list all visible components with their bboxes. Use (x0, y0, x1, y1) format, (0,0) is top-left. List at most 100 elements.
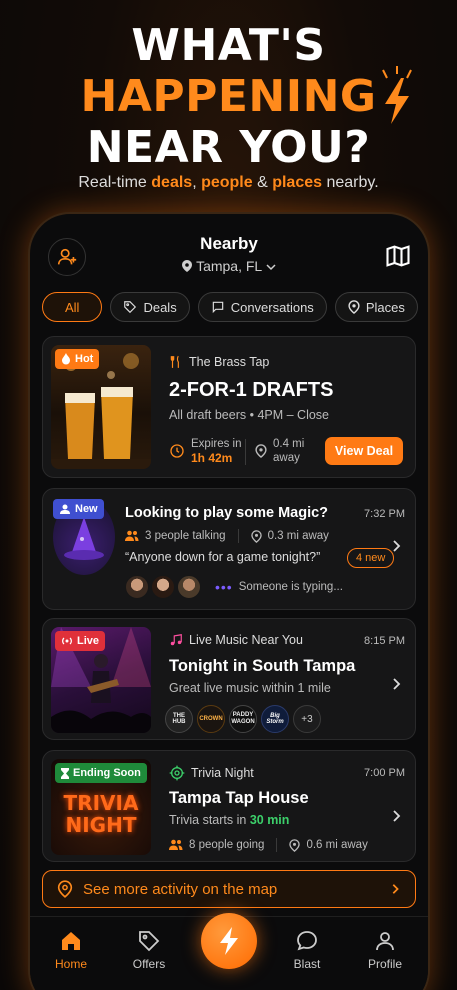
people-icon (169, 839, 183, 850)
trivia-start-time: 30 min (249, 813, 290, 827)
target-icon (169, 765, 185, 781)
more-venues[interactable]: +3 (293, 705, 321, 733)
participant-avatars (125, 575, 201, 599)
expires-label: Expires in (191, 438, 242, 450)
nav-label: Profile (367, 957, 402, 971)
user-icon (376, 932, 394, 951)
location-pin-icon (182, 260, 193, 272)
conversation-card[interactable]: New Looking to play some Magic? 7:32 PM … (42, 488, 416, 610)
location-pin-icon (255, 444, 267, 458)
deal-card[interactable]: Hot The Brass Tap 2-FOR-1 DRAFTS All dra… (42, 336, 416, 478)
trivia-distance: 0.6 mi away (306, 839, 368, 851)
music-note-icon (170, 634, 182, 646)
typing-dots-icon: ••• (215, 579, 233, 595)
venue-name: The Brass Tap (189, 355, 270, 369)
tagline-places: places (272, 174, 323, 191)
group-icon (60, 504, 70, 514)
people-talking: 3 people talking (145, 530, 226, 542)
music-category: Live Music Near You (169, 633, 303, 647)
tagline-comma: , (192, 174, 202, 191)
tag-icon (124, 301, 137, 314)
typing-text: Someone is typing... (238, 581, 343, 593)
tagline-text: Real-time (78, 174, 152, 191)
blast-fab-button[interactable] (201, 913, 257, 969)
chevron-right-icon[interactable] (389, 677, 403, 691)
filter-label: Deals (143, 299, 177, 315)
ending-soon-badge: Ending Soon (55, 763, 147, 783)
badge-label: Ending Soon (73, 767, 141, 779)
live-music-card[interactable]: Live Live Music Near You 8:15 PM Tonight… (42, 618, 416, 740)
typing-indicator: ••• Someone is typing... (215, 579, 343, 595)
flame-icon (62, 353, 70, 365)
chevron-right-icon[interactable] (389, 809, 403, 823)
category-label: Trivia Night (191, 766, 254, 780)
deal-title: 2-FOR-1 DRAFTS (169, 379, 334, 401)
nav-profile[interactable]: Profile (350, 929, 420, 971)
chevron-right-icon[interactable] (389, 539, 403, 553)
expires-info: Expires in 1h 42m (169, 437, 242, 465)
filter-conversations[interactable]: Conversations (197, 292, 327, 322)
location-selector[interactable]: Tampa, FL (30, 258, 428, 274)
trivia-sign-line-1: TRIVIA (63, 791, 139, 815)
nav-offers[interactable]: Offers (114, 929, 184, 971)
nav-label: Offers (132, 957, 166, 971)
trivia-card[interactable]: TRIVIA NIGHT Ending Soon Trivia Night 7:… (42, 750, 416, 862)
venue-logo[interactable]: THE HUB (165, 705, 193, 733)
tagline-people: people (201, 174, 253, 191)
deal-distance: 0.4 mi away (255, 437, 304, 465)
venue-logo[interactable]: PADDY WAGON (229, 705, 257, 733)
lightning-bolt-icon (382, 66, 412, 124)
trivia-subtitle: Trivia starts in 30 min (169, 813, 289, 827)
filter-all[interactable]: All (42, 292, 103, 322)
hourglass-icon (61, 767, 69, 779)
deal-venue: The Brass Tap (169, 355, 269, 369)
live-badge: Live (55, 631, 106, 651)
nav-label: Home (54, 957, 87, 971)
tagline-end: nearby. (322, 174, 379, 191)
people-going: 8 people going (189, 839, 265, 851)
music-title: Tonight in South Tampa (169, 657, 356, 675)
venue-logo[interactable]: Big Storm (261, 705, 289, 733)
chat-bubble-icon (212, 301, 223, 314)
trivia-subtitle-text: Trivia starts in (169, 813, 250, 827)
filter-places[interactable]: Places (334, 292, 418, 322)
trivia-time: 7:00 PM (364, 767, 405, 779)
clock-icon (170, 444, 184, 458)
location-pin-icon (289, 838, 301, 852)
chat-bubble-icon (297, 931, 317, 951)
badge-label: Live (77, 635, 100, 647)
new-badge: New (53, 499, 104, 519)
new-messages-badge: 4 new (347, 548, 395, 568)
divider (237, 529, 239, 543)
tagline-amp: & (252, 174, 273, 191)
location-pin-icon (348, 300, 360, 314)
beer-image: Hot (51, 345, 151, 469)
distance-value: 0.4 mi (273, 438, 305, 450)
nav-blast[interactable]: Blast (272, 929, 342, 971)
badge-label: New (75, 503, 98, 515)
tagline-deals: deals (151, 174, 193, 191)
trivia-sign-line-2: NIGHT (65, 813, 137, 837)
filter-deals[interactable]: Deals (110, 292, 190, 322)
concert-image: Live (51, 627, 151, 733)
view-deal-button[interactable]: View Deal (325, 437, 403, 465)
venue-logo[interactable]: CROWN (197, 705, 225, 733)
chevron-right-icon (392, 884, 399, 894)
divider (245, 439, 246, 465)
nav-home[interactable]: Home (36, 929, 106, 971)
trivia-category: Trivia Night (169, 765, 254, 781)
trivia-title: Tampa Tap House (169, 789, 309, 807)
see-map-button[interactable]: See more activity on the map (42, 870, 416, 908)
avatar (177, 575, 201, 599)
see-map-label: See more activity on the map (83, 880, 278, 898)
map-icon[interactable] (384, 242, 412, 270)
broadcast-icon (62, 637, 72, 645)
trivia-meta: 8 people going 0.6 mi away (169, 838, 368, 852)
hot-badge: Hot (55, 349, 100, 369)
avatar (151, 575, 175, 599)
filter-label: Places (365, 299, 405, 315)
conversation-meta: 3 people talking 0.3 mi away (125, 529, 329, 543)
filter-label: All (65, 299, 80, 315)
fork-knife-icon (170, 355, 179, 368)
location-pin-icon (57, 880, 73, 898)
